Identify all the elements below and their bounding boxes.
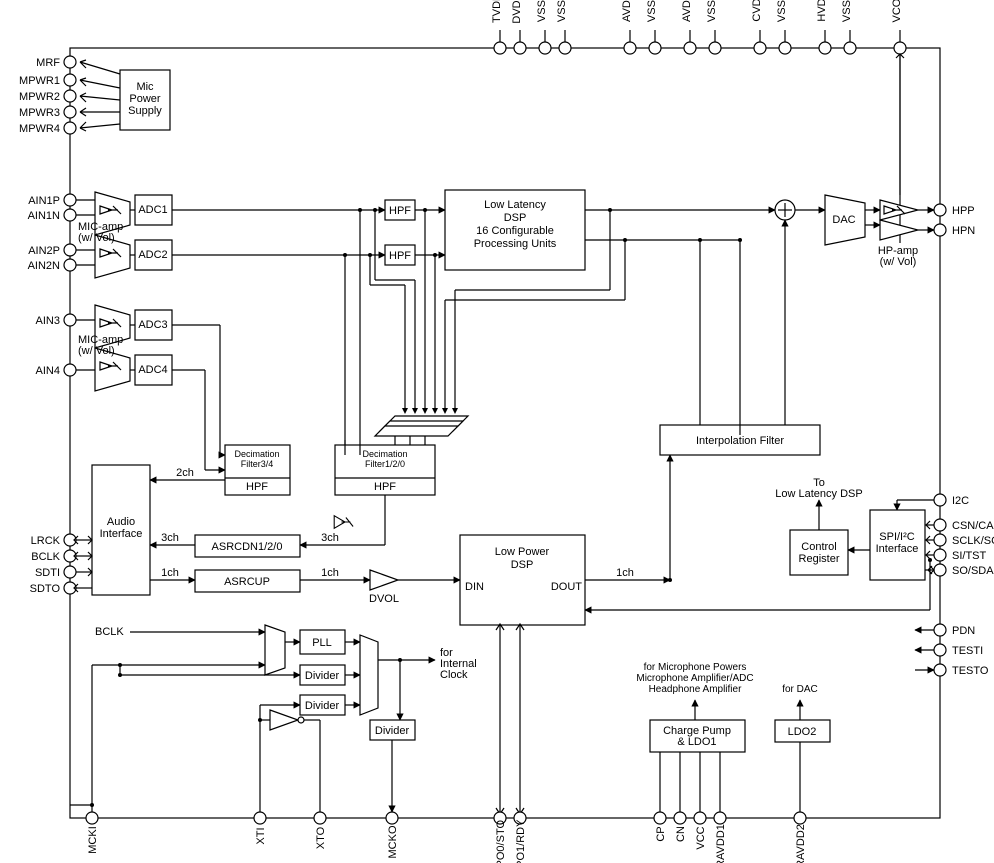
svg-text:MPWR3: MPWR3 — [19, 107, 60, 119]
pins-left-mrf: MRF MPWR1 MPWR2 MPWR3 MPWR4 — [19, 56, 76, 135]
svg-text:BCLK: BCLK — [95, 626, 124, 638]
svg-text:DecimationFilter1/2/0: DecimationFilter1/2/0 — [362, 449, 407, 469]
svg-text:VCC: VCC — [695, 826, 707, 849]
svg-text:HPN: HPN — [952, 225, 975, 237]
svg-text:ToLow Latency DSP: ToLow Latency DSP — [775, 477, 862, 500]
svg-text:DVDD: DVDD — [511, 0, 523, 24]
svg-text:Divider: Divider — [305, 670, 340, 682]
svg-text:CSN/CAD: CSN/CAD — [952, 520, 994, 532]
svg-text:SI/TST: SI/TST — [952, 550, 987, 562]
block-hpamp2 — [880, 220, 918, 240]
svg-text:TVDD: TVDD — [491, 0, 503, 23]
svg-text:SO/SDA: SO/SDA — [952, 565, 994, 577]
svg-text:PLL: PLL — [312, 637, 332, 649]
svg-text:for DAC: for DAC — [782, 684, 818, 695]
svg-text:DAC: DAC — [832, 214, 855, 226]
svg-text:TESTO: TESTO — [952, 665, 989, 677]
svg-text:Divider: Divider — [375, 725, 410, 737]
svg-text:GPO0/STO: GPO0/STO — [495, 820, 507, 863]
svg-text:LDO2: LDO2 — [788, 726, 817, 738]
svg-text:I2C: I2C — [952, 495, 969, 507]
svg-text:MPWR1: MPWR1 — [19, 75, 60, 87]
svg-text:forInternalClock: forInternalClock — [440, 647, 477, 681]
svg-text:DecimationFilter3/4: DecimationFilter3/4 — [234, 449, 279, 469]
svg-text:VSS1: VSS1 — [646, 0, 658, 22]
svg-text:XTI: XTI — [255, 827, 267, 844]
svg-text:Interpolation Filter: Interpolation Filter — [696, 435, 784, 447]
svg-text:DOUT: DOUT — [551, 581, 582, 593]
svg-text:CP: CP — [655, 826, 667, 841]
pins-right-ctrl: I2C CSN/CAD SCLK/SCL SI/TST SO/SDA — [934, 494, 994, 577]
svg-text:for Microphone PowersMicrophon: for Microphone PowersMicrophone Amplifie… — [636, 662, 753, 695]
svg-text:MRF: MRF — [36, 57, 60, 69]
svg-text:Divider: Divider — [305, 700, 340, 712]
svg-text:ADC2: ADC2 — [138, 249, 167, 261]
svg-text:MPWR4: MPWR4 — [19, 123, 60, 135]
svg-text:HPP: HPP — [952, 205, 975, 217]
pins-right-test: PDN TESTI TESTO — [934, 624, 989, 677]
svg-text:3ch: 3ch — [161, 532, 179, 544]
block-selector — [375, 416, 468, 436]
svg-text:AIN1P: AIN1P — [28, 195, 60, 207]
svg-text:AIN4: AIN4 — [36, 365, 60, 377]
svg-text:VSS3: VSS3 — [776, 0, 788, 22]
svg-text:HPF: HPF — [389, 205, 411, 217]
svg-text:AIN1N: AIN1N — [28, 210, 60, 222]
svg-text:MCKO: MCKO — [387, 825, 399, 858]
svg-text:DIN: DIN — [465, 581, 484, 593]
pins-left-ain12: AIN1P AIN1N AIN2P AIN2N — [28, 194, 76, 272]
svg-text:1ch: 1ch — [616, 567, 634, 579]
svg-text:VSS6: VSS6 — [556, 0, 568, 22]
svg-text:AIN3: AIN3 — [36, 315, 60, 327]
svg-text:VSS5: VSS5 — [536, 0, 548, 22]
svg-text:ADC3: ADC3 — [138, 319, 167, 331]
svg-text:AVDD2: AVDD2 — [681, 0, 693, 22]
svg-text:SDTO: SDTO — [30, 583, 61, 595]
svg-text:MPWR2: MPWR2 — [19, 91, 60, 103]
svg-text:HPF: HPF — [374, 481, 396, 493]
svg-text:MCKI: MCKI — [87, 826, 99, 854]
svg-text:RAVDD2: RAVDD2 — [795, 824, 807, 863]
block-inv — [270, 710, 298, 730]
svg-text:ControlRegister: ControlRegister — [799, 541, 840, 565]
svg-text:PDN: PDN — [952, 625, 975, 637]
svg-text:ASRCUP: ASRCUP — [224, 576, 270, 588]
svg-text:2ch: 2ch — [176, 467, 194, 479]
block-clkmux2 — [360, 635, 378, 715]
svg-text:Low LatencyDSP16 ConfigurableP: Low LatencyDSP16 ConfigurableProcessing … — [474, 199, 557, 250]
block-dvol — [370, 570, 398, 590]
svg-text:HVDD: HVDD — [816, 0, 828, 22]
svg-text:TESTI: TESTI — [952, 645, 983, 657]
svg-text:SPI/I²CInterface: SPI/I²CInterface — [876, 531, 919, 555]
svg-text:AIN2P: AIN2P — [28, 245, 60, 257]
svg-text:VSS4: VSS4 — [841, 0, 853, 22]
svg-text:ADC4: ADC4 — [138, 364, 167, 376]
svg-text:HPF: HPF — [246, 481, 268, 493]
svg-text:HPF: HPF — [389, 250, 411, 262]
svg-text:DVOL: DVOL — [369, 593, 399, 605]
svg-text:1ch: 1ch — [161, 567, 179, 579]
svg-text:VCOM: VCOM — [891, 0, 903, 23]
svg-text:VSS2: VSS2 — [706, 0, 718, 22]
svg-text:LRCK: LRCK — [31, 535, 61, 547]
svg-text:XTO: XTO — [315, 826, 327, 849]
svg-text:CN: CN — [675, 826, 687, 842]
svg-text:AVDD1: AVDD1 — [621, 0, 633, 22]
svg-text:1ch: 1ch — [321, 567, 339, 579]
svg-text:BCLK: BCLK — [31, 551, 60, 563]
svg-text:ADC1: ADC1 — [138, 204, 167, 216]
wire-mrf — [80, 60, 120, 74]
svg-text:3ch: 3ch — [321, 532, 339, 544]
svg-text:HP-amp(w/ Vol): HP-amp(w/ Vol) — [878, 245, 918, 268]
svg-text:CVDD: CVDD — [751, 0, 763, 22]
svg-text:SDTI: SDTI — [35, 567, 60, 579]
pins-left-audioif: LRCK BCLK SDTI SDTO — [30, 534, 76, 595]
svg-text:AIN2N: AIN2N — [28, 260, 60, 272]
svg-text:RAVDD1: RAVDD1 — [715, 824, 727, 863]
svg-text:SCLK/SCL: SCLK/SCL — [952, 535, 994, 547]
svg-text:GPO1/RDY: GPO1/RDY — [515, 819, 527, 863]
svg-text:ASRCDN1/2/0: ASRCDN1/2/0 — [212, 541, 283, 553]
block-clkmux1 — [265, 625, 285, 675]
